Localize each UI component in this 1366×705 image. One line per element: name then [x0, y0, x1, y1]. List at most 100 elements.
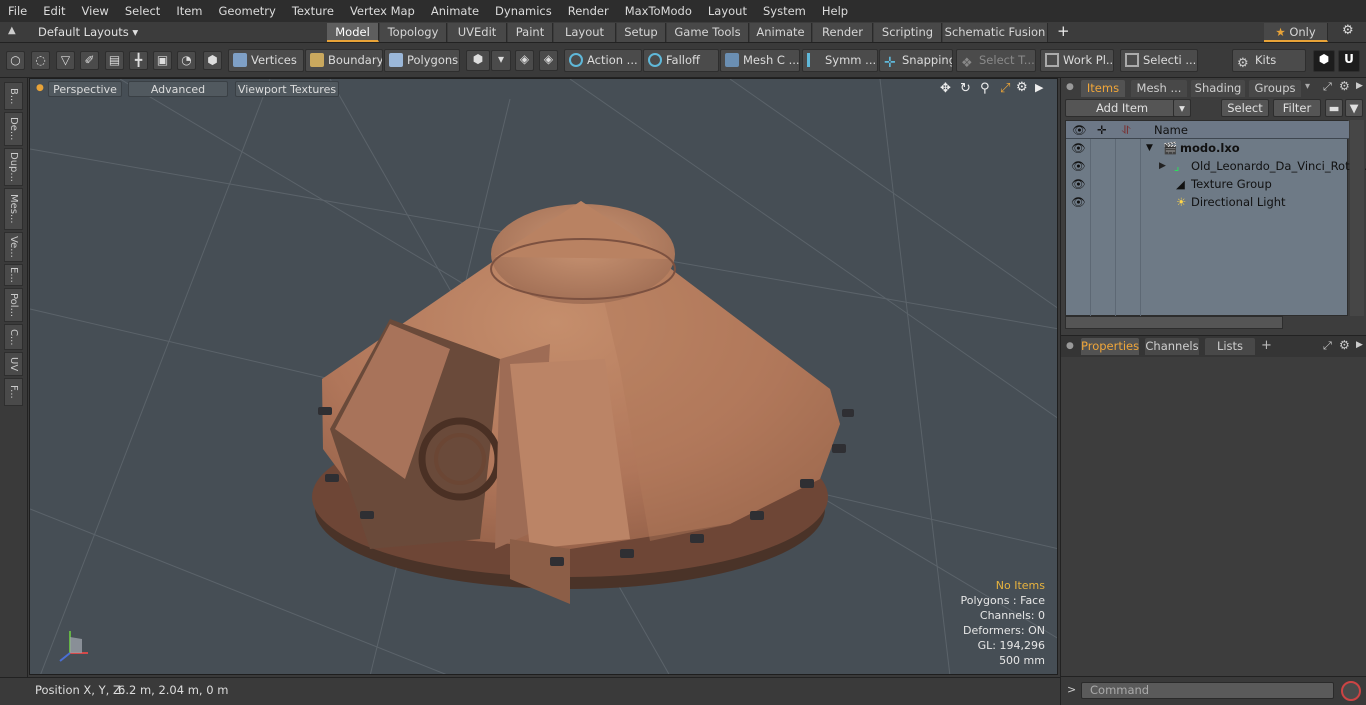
expand-arrow-icon[interactable]: ▼	[1146, 139, 1153, 157]
visibility-eye-icon[interactable]: 👁	[1071, 157, 1086, 175]
gear-icon[interactable]: ⚙	[1342, 23, 1354, 38]
tab-schematic-fusion[interactable]: Schematic Fusion	[943, 23, 1048, 42]
tab-uvedit[interactable]: UVEdit	[448, 23, 507, 42]
menu-file[interactable]: File	[0, 0, 35, 22]
panel-maximize-icon[interactable]: ⤢	[1323, 339, 1332, 353]
tab-topology[interactable]: Topology	[380, 23, 447, 42]
visibility-eye-icon[interactable]: 👁	[1071, 193, 1086, 211]
material-icon[interactable]: ⬢	[466, 50, 490, 71]
vtab-polygon[interactable]: Pol...	[4, 288, 23, 322]
tab-paint[interactable]: Paint	[508, 23, 553, 42]
vtab-uv[interactable]: UV	[4, 352, 23, 376]
tab-items[interactable]: Items	[1081, 80, 1125, 97]
tab-animate[interactable]: Animate	[750, 23, 812, 42]
tab-groups[interactable]: Groups	[1249, 80, 1301, 97]
shading-advanced-dropdown[interactable]: Advanced	[128, 81, 228, 97]
vtab-deform[interactable]: De...	[4, 112, 23, 146]
tab-mesh-ops[interactable]: Mesh ...	[1131, 80, 1187, 97]
select-through-button[interactable]: ❖ Select T...	[956, 49, 1036, 72]
align-icon[interactable]: ▤	[105, 51, 124, 70]
items-vertical-scrollbar[interactable]	[1350, 120, 1364, 316]
name-column-header[interactable]: Name	[1154, 121, 1188, 139]
list-item[interactable]: 👁 ▼ 🎬 modo.lxo	[1066, 139, 1349, 157]
tab-game-tools[interactable]: Game Tools	[667, 23, 749, 42]
visibility-eye-icon[interactable]: 👁	[1071, 139, 1086, 157]
viewport-textures-dropdown[interactable]: Viewport Textures	[235, 81, 339, 97]
work-plane-button[interactable]: Work Pl...	[1040, 49, 1114, 72]
pen-icon[interactable]: ▽	[56, 51, 75, 70]
3d-viewport[interactable]: ● Perspective Advanced Viewport Textures…	[29, 78, 1058, 675]
menu-system[interactable]: System	[755, 0, 814, 22]
menu-select[interactable]: Select	[117, 0, 168, 22]
shield-icon[interactable]: ◈	[515, 50, 534, 71]
chevron-down-icon[interactable]: ▾	[491, 50, 511, 71]
move-view-icon[interactable]: ✥	[940, 81, 951, 96]
panel-expand-icon[interactable]: ▶	[1356, 340, 1363, 350]
items-horizontal-scrollbar[interactable]	[1065, 316, 1283, 329]
unity-icon[interactable]: ⬢	[1313, 50, 1335, 72]
viewport-dot-icon[interactable]: ●	[36, 83, 44, 93]
tab-channels[interactable]: Channels	[1145, 338, 1199, 355]
boundary-button[interactable]: Boundary	[305, 49, 383, 72]
fit-view-icon[interactable]: ⤢	[1000, 81, 1010, 96]
tab-model[interactable]: Model	[327, 23, 379, 42]
panel-dot-icon[interactable]: ●	[1066, 341, 1074, 351]
falloff-button[interactable]: Falloff	[643, 49, 719, 72]
panel-settings-icon[interactable]: ⚙	[1339, 338, 1350, 352]
tab-render[interactable]: Render	[813, 23, 873, 42]
menu-geometry[interactable]: Geometry	[211, 0, 284, 22]
list-item[interactable]: 👁 ▶ ⌟ Old_Leonardo_Da_Vinci_Rota...	[1066, 157, 1366, 175]
vtab-vertex[interactable]: Ve...	[4, 232, 23, 262]
tab-properties[interactable]: Properties	[1081, 338, 1139, 355]
item-mode-icon[interactable]: ⬢	[203, 51, 222, 70]
panel-dot-icon[interactable]: ●	[1066, 82, 1074, 92]
panel-tabs-chevron-icon[interactable]: ▾	[1305, 81, 1310, 92]
menu-maxtomodo[interactable]: MaxToModo	[617, 0, 700, 22]
selection-sets-button[interactable]: Selecti ...	[1120, 49, 1198, 72]
menu-dynamics[interactable]: Dynamics	[487, 0, 560, 22]
panel-maximize-icon[interactable]: ⤢	[1323, 80, 1332, 94]
only-toggle[interactable]: ★ Only	[1264, 23, 1328, 42]
mesh-constraint-button[interactable]: Mesh C ...	[720, 49, 800, 72]
tab-scripting[interactable]: Scripting	[874, 23, 942, 42]
visibility-eye-icon[interactable]: 👁	[1071, 175, 1086, 193]
list-item[interactable]: 👁 ☀ Directional Light	[1066, 193, 1349, 211]
menu-view[interactable]: View	[74, 0, 117, 22]
vtab-duplicate[interactable]: Dup...	[4, 148, 23, 186]
menu-help[interactable]: Help	[814, 0, 856, 22]
menu-item[interactable]: Item	[168, 0, 210, 22]
zoom-view-icon[interactable]: ⚲	[980, 81, 990, 96]
symmetry-button[interactable]: Symm ...	[802, 49, 878, 72]
leonardo-tank-model[interactable]	[312, 201, 854, 604]
filter-button[interactable]: Filter	[1273, 99, 1321, 117]
clock-icon[interactable]: ◔	[177, 51, 196, 70]
brush-icon[interactable]: ✐	[80, 51, 99, 70]
add-tab-icon[interactable]: +	[1057, 22, 1070, 40]
record-icon[interactable]	[1341, 681, 1361, 701]
snapping-button[interactable]: ✛ Snapping	[879, 49, 953, 72]
shield-alt-icon[interactable]: ◈	[539, 50, 558, 71]
layout-selector[interactable]: Default Layouts ▾	[38, 25, 138, 39]
panel-settings-icon[interactable]: ⚙	[1339, 79, 1350, 93]
menu-layout[interactable]: Layout	[700, 0, 755, 22]
tab-lists[interactable]: Lists	[1205, 338, 1255, 355]
menu-edit[interactable]: Edit	[35, 0, 73, 22]
menu-texture[interactable]: Texture	[284, 0, 342, 22]
menu-vertex-map[interactable]: Vertex Map	[342, 0, 423, 22]
collapse-icon[interactable]: ▲	[8, 25, 16, 36]
menu-render[interactable]: Render	[560, 0, 617, 22]
collapse-list-icon[interactable]: ▬	[1325, 99, 1343, 117]
add-tab-icon[interactable]: +	[1261, 338, 1272, 353]
add-item-chevron-icon[interactable]: ▾	[1173, 99, 1191, 117]
menu-animate[interactable]: Animate	[423, 0, 487, 22]
perspective-dropdown[interactable]: Perspective	[48, 81, 122, 97]
vtab-curve[interactable]: C...	[4, 324, 23, 350]
tab-shading[interactable]: Shading	[1191, 80, 1245, 97]
tab-layout[interactable]: Layout	[554, 23, 616, 42]
action-center-button[interactable]: Action ...	[564, 49, 642, 72]
filter-funnel-icon[interactable]: ▼	[1345, 99, 1363, 117]
unreal-icon[interactable]: U	[1338, 50, 1360, 72]
vtab-mesh-edit[interactable]: Mes...	[4, 188, 23, 230]
tab-setup[interactable]: Setup	[617, 23, 666, 42]
vertices-button[interactable]: Vertices	[228, 49, 304, 72]
